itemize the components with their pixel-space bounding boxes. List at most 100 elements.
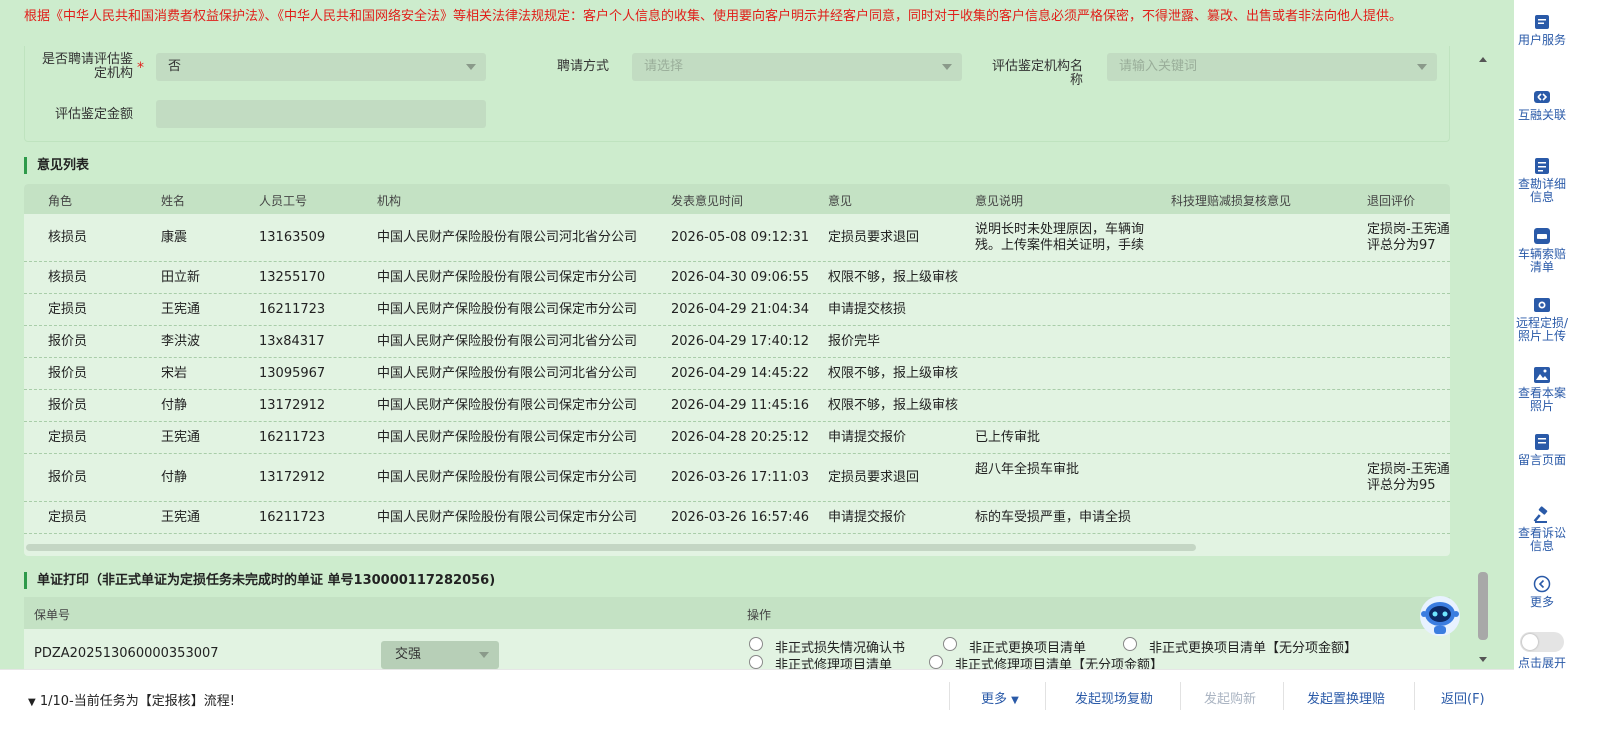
required-mark: * bbox=[137, 60, 144, 76]
cell-org: 中国人民财产保险股份有限公司河北省分公司 bbox=[377, 334, 638, 349]
cell-name: 李洪波 bbox=[161, 334, 201, 349]
col-policy-no: 保单号 bbox=[34, 608, 71, 622]
radio-option-3[interactable] bbox=[1123, 637, 1137, 651]
cell-role: 报价员 bbox=[48, 366, 88, 381]
cell-org: 中国人民财产保险股份有限公司保定市分公司 bbox=[377, 430, 638, 445]
scroll-up-icon[interactable] bbox=[1479, 57, 1487, 62]
sidebar-item-survey[interactable]: 查勘详细信息 bbox=[1514, 157, 1570, 204]
toggle-knob bbox=[1522, 634, 1538, 650]
cell-time: 2026-04-29 21:04:34 bbox=[671, 302, 810, 317]
horizontal-scrollbar[interactable] bbox=[26, 544, 1196, 551]
cell-opinion: 权限不够，报上级审核 bbox=[828, 398, 959, 413]
camera-upload-icon bbox=[1534, 298, 1550, 312]
cell-opinion: 定损员要求退回 bbox=[828, 470, 920, 485]
caret-down-icon: ▼ bbox=[1011, 695, 1019, 706]
onsite-recheck-button[interactable]: 发起现场复勘 bbox=[1075, 688, 1153, 707]
cell-opinion: 报价完毕 bbox=[828, 334, 881, 349]
radio-option-1[interactable] bbox=[749, 637, 763, 651]
col-role: 角色 bbox=[48, 194, 73, 208]
user-service-icon bbox=[1535, 15, 1549, 29]
table-row[interactable]: 报价员 付静 13172912 中国人民财产保险股份有限公司保定市分公司 2026-03… bbox=[24, 454, 1450, 502]
table-row[interactable]: 定损员 王宪通 16211723 中国人民财产保险股份有限公司保定市分公司 2026-0… bbox=[24, 422, 1450, 454]
link-icon bbox=[1534, 91, 1550, 103]
table-row[interactable]: 核损员 康震 13163509 中国人民财产保险股份有限公司河北省分公司 2026-05… bbox=[24, 214, 1450, 262]
sidebar-label: 远程定损/照片上传 bbox=[1515, 316, 1569, 343]
org-name-select[interactable]: 请输入关键词 bbox=[1107, 53, 1437, 81]
table-row[interactable]: 报价员 付静 13172912 中国人民财产保险股份有限公司保定市分公司 2026-04… bbox=[24, 390, 1450, 422]
cell-org: 中国人民财产保险股份有限公司保定市分公司 bbox=[377, 470, 638, 485]
cell-time: 2026-03-26 16:57:46 bbox=[671, 510, 810, 525]
hire-method-label: 聘请方式 bbox=[556, 59, 609, 74]
cell-id: 13095967 bbox=[259, 366, 326, 381]
more-dropdown-button[interactable]: 更多 ▼ bbox=[981, 688, 1019, 707]
cell-role: 定损员 bbox=[48, 302, 88, 317]
sidebar-label: 用户服务 bbox=[1517, 33, 1566, 47]
cell-time: 2026-04-29 11:45:16 bbox=[671, 398, 810, 413]
cell-eval: 定损岗-王宪通评总分为97 bbox=[1367, 222, 1450, 253]
cell-role: 核损员 bbox=[48, 230, 88, 245]
appraisal-select[interactable]: 否 bbox=[156, 53, 486, 81]
sidebar-item-case-photos[interactable]: 查看本案照片 bbox=[1514, 366, 1570, 413]
col-operations: 操作 bbox=[747, 608, 772, 622]
radio-option-2[interactable] bbox=[943, 637, 957, 651]
sidebar-item-litigation[interactable]: 查看诉讼信息 bbox=[1514, 506, 1570, 553]
task-indicator[interactable]: ▼ 1/10-当前任务为【定报核】流程! bbox=[28, 690, 235, 709]
sidebar-label: 查勘详细信息 bbox=[1517, 177, 1566, 204]
scroll-down-icon[interactable] bbox=[1479, 657, 1487, 662]
cell-time: 2026-03-26 17:11:03 bbox=[671, 470, 810, 485]
table-row[interactable]: 核损员 田立新 13255170 中国人民财产保险股份有限公司保定市分公司 2026-0… bbox=[24, 262, 1450, 294]
cell-time: 2026-05-08 09:12:31 bbox=[671, 230, 810, 245]
right-sidebar: 用户服务 互融关联 查勘详细信息 车辆索赔清单 远程定损/照片上传 查看本案照片… bbox=[1514, 0, 1600, 739]
cell-desc: 超八年全损车审批 bbox=[975, 462, 1080, 477]
sidebar-item-car-claim[interactable]: 车辆索赔清单 bbox=[1514, 227, 1570, 274]
cell-org: 中国人民财产保险股份有限公司保定市分公司 bbox=[377, 270, 638, 285]
cell-id: 13255170 bbox=[259, 270, 326, 285]
caret-down-icon: ▼ bbox=[28, 697, 36, 708]
table-row[interactable]: 定损员 王宪通 16211723 中国人民财产保险股份有限公司保定市分公司 2026-0… bbox=[24, 502, 1450, 534]
chevron-down-icon bbox=[1417, 64, 1427, 70]
radio-label-3: 非正式更换项目清单【无分项金额】 bbox=[1149, 641, 1358, 656]
sidebar-label: 留言页面 bbox=[1517, 453, 1566, 467]
hire-method-select[interactable]: 请选择 bbox=[632, 53, 962, 81]
cell-role: 报价员 bbox=[48, 334, 88, 349]
sidebar-item-user-service[interactable]: 用户服务 bbox=[1514, 13, 1570, 47]
col-staff-id: 人员工号 bbox=[259, 194, 308, 208]
radio-option-4[interactable] bbox=[749, 655, 763, 669]
cell-org: 中国人民财产保险股份有限公司保定市分公司 bbox=[377, 398, 638, 413]
cell-name: 王宪通 bbox=[161, 430, 201, 445]
sidebar-item-more[interactable]: 更多 bbox=[1514, 575, 1570, 609]
table-row[interactable]: 定损员 王宪通 16211723 中国人民财产保险股份有限公司保定市分公司 2026-0… bbox=[24, 294, 1450, 326]
vertical-scrollbar-thumb[interactable] bbox=[1478, 572, 1488, 640]
cell-role: 定损员 bbox=[48, 430, 88, 445]
expand-toggle[interactable] bbox=[1520, 632, 1564, 652]
cell-role: 报价员 bbox=[48, 470, 88, 485]
purchase-new-button[interactable]: 发起购新 bbox=[1204, 688, 1256, 707]
radio-option-5[interactable] bbox=[929, 655, 943, 669]
amount-input[interactable] bbox=[156, 100, 486, 128]
policy-type-value: 交强 bbox=[395, 647, 422, 662]
policy-type-select[interactable]: 交强 bbox=[381, 641, 499, 669]
cell-id: 13x84317 bbox=[259, 334, 325, 349]
assistant-robot-icon[interactable] bbox=[1418, 594, 1462, 638]
cell-opinion: 权限不够，报上级审核 bbox=[828, 366, 959, 381]
col-time: 发表意见时间 bbox=[671, 194, 744, 208]
table-row[interactable]: 报价员 李洪波 13x84317 中国人民财产保险股份有限公司河北省分公司 2026-0… bbox=[24, 326, 1450, 358]
cell-eval: 定损岗-王宪通评总分为95 bbox=[1367, 462, 1450, 493]
sidebar-item-link[interactable]: 互融关联 bbox=[1514, 88, 1570, 122]
appraisal-select-value: 否 bbox=[168, 59, 182, 74]
cell-opinion: 权限不够，报上级审核 bbox=[828, 270, 959, 285]
sidebar-item-remote-upload[interactable]: 远程定损/照片上传 bbox=[1514, 296, 1570, 343]
back-button[interactable]: 返回(F) bbox=[1441, 688, 1485, 707]
sidebar-item-message[interactable]: 留言页面 bbox=[1514, 433, 1570, 467]
divider bbox=[1414, 682, 1415, 710]
survey-icon bbox=[1535, 158, 1549, 174]
replacement-claim-button[interactable]: 发起置换理赔 bbox=[1307, 688, 1385, 707]
cell-id: 13163509 bbox=[259, 230, 326, 245]
cell-time: 2026-04-30 09:06:55 bbox=[671, 270, 810, 285]
chevron-down-icon bbox=[479, 652, 489, 658]
table-row[interactable]: 报价员 宋岩 13095967 中国人民财产保险股份有限公司河北省分公司 2026-04… bbox=[24, 358, 1450, 390]
opinions-table: 角色 姓名 人员工号 机构 发表意见时间 意见 意见说明 科技理赔减损复核意见 … bbox=[24, 184, 1450, 556]
cell-opinion: 申请提交报价 bbox=[828, 430, 907, 445]
opinions-table-header: 角色 姓名 人员工号 机构 发表意见时间 意见 意见说明 科技理赔减损复核意见 … bbox=[24, 184, 1450, 214]
cell-id: 13172912 bbox=[259, 398, 326, 413]
